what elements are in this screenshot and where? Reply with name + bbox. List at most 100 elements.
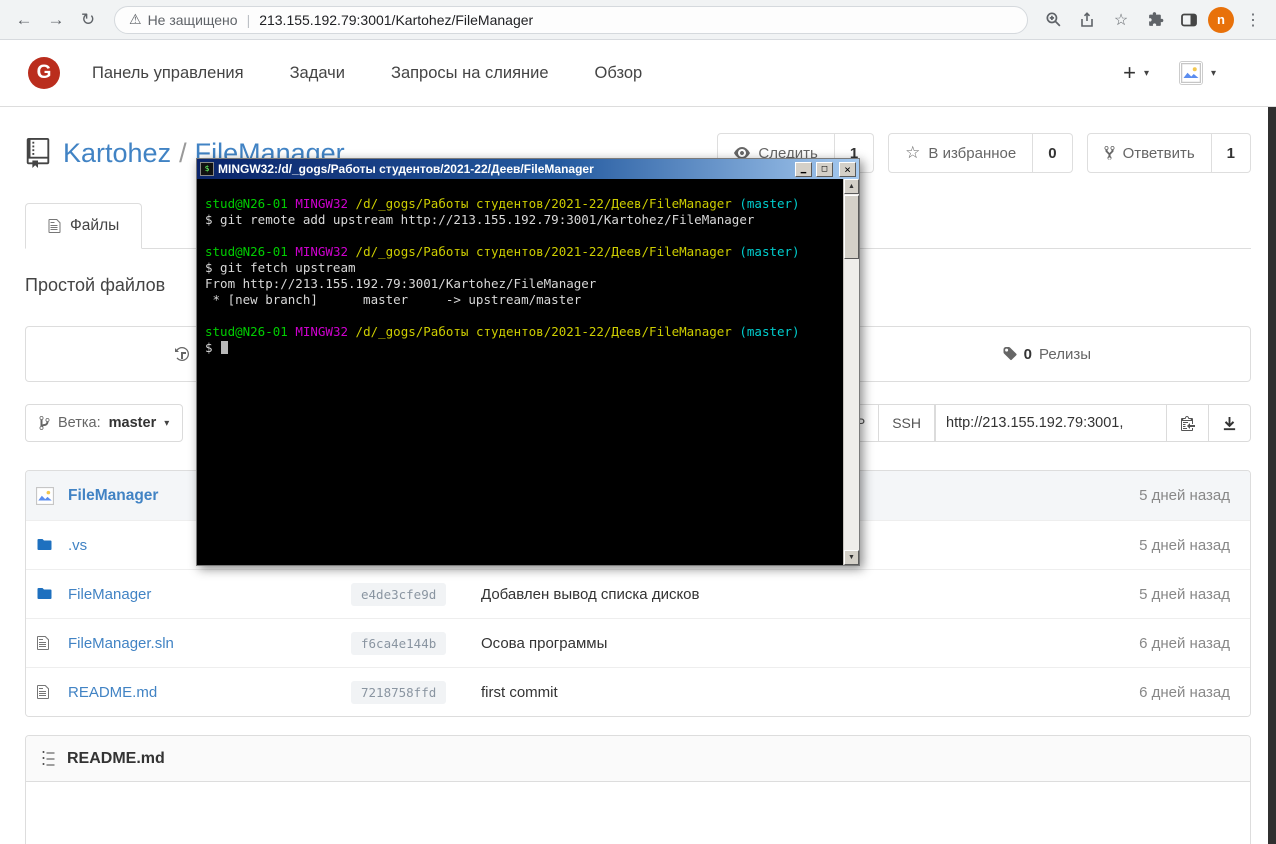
zoom-icon[interactable] bbox=[1038, 5, 1068, 35]
commit-hash[interactable]: e4de3cfe9d bbox=[351, 582, 447, 606]
new-repo-plus-icon[interactable]: + bbox=[1123, 60, 1136, 86]
clone-url-input[interactable] bbox=[935, 404, 1167, 442]
star-label: В избранное bbox=[928, 144, 1017, 162]
copy-button[interactable] bbox=[1167, 404, 1209, 442]
scroll-down-icon[interactable]: ▼ bbox=[844, 550, 859, 565]
clone-group: HTTP SSH bbox=[814, 404, 1251, 442]
profile-avatar[interactable]: n bbox=[1208, 6, 1234, 33]
back-icon[interactable]: ← bbox=[8, 4, 40, 36]
fork-icon bbox=[1104, 146, 1115, 160]
file-icon bbox=[36, 635, 68, 651]
close-button[interactable]: × bbox=[839, 161, 856, 177]
repo-owner-link[interactable]: Kartohez bbox=[63, 138, 171, 168]
folder-icon bbox=[36, 537, 68, 553]
nav-explore[interactable]: Обзор bbox=[595, 64, 643, 83]
ssh-button[interactable]: SSH bbox=[879, 404, 935, 442]
table-row: FileManager.sln f6ca4e144b Осова програм… bbox=[26, 618, 1250, 667]
terminal-window: $ MINGW32:/d/_gogs/Работы студентов/2021… bbox=[196, 158, 860, 566]
download-icon bbox=[1223, 416, 1236, 430]
terminal-titlebar[interactable]: $ MINGW32:/d/_gogs/Работы студентов/2021… bbox=[197, 159, 859, 179]
gogs-logo[interactable]: G bbox=[28, 57, 60, 89]
commit-message[interactable]: first commit bbox=[481, 684, 1139, 701]
chevron-down-icon: ▾ bbox=[164, 417, 170, 429]
table-row: FileManager e4de3cfe9d Добавлен вывод сп… bbox=[26, 569, 1250, 618]
kebab-menu-icon[interactable]: ⋮ bbox=[1238, 5, 1268, 35]
scrollbar-thumb[interactable] bbox=[844, 195, 859, 259]
terminal-command: $ git remote add upstream http://213.155… bbox=[205, 212, 755, 227]
terminal-cursor bbox=[221, 341, 229, 354]
terminal-output: From http://213.155.192.79:3001/Kartohez… bbox=[205, 276, 597, 291]
repo-book-icon bbox=[25, 138, 51, 168]
extensions-puzzle-icon[interactable] bbox=[1140, 5, 1170, 35]
terminal-prompt-line: stud@N26-01 MINGW32 /d/_gogs/Работы студ… bbox=[205, 196, 800, 211]
releases-count: 0 bbox=[1023, 345, 1032, 363]
terminal-output: * [new branch] master -> upstream/master bbox=[205, 292, 582, 307]
url-separator: | bbox=[246, 11, 251, 28]
fork-count[interactable]: 1 bbox=[1211, 133, 1251, 173]
folder-icon bbox=[36, 586, 68, 602]
terminal-app-icon: $ bbox=[200, 162, 214, 176]
stat-releases[interactable]: 0 Релизы bbox=[843, 327, 1250, 381]
commit-message[interactable]: Добавлен вывод списка дисков bbox=[481, 586, 1139, 603]
star-button[interactable]: ☆ В избранное bbox=[888, 133, 1034, 173]
history-icon bbox=[175, 347, 190, 361]
branch-label: Ветка: bbox=[58, 415, 101, 431]
address-bar[interactable]: ⚠ Не защищено | 213.155.192.79:3001/Kart… bbox=[114, 5, 1028, 34]
minimize-button[interactable]: ▁ bbox=[795, 161, 812, 177]
screen: ← → ↻ ⚠ Не защищено | 213.155.192.79:300… bbox=[0, 0, 1276, 844]
terminal-scrollbar[interactable]: ▲ ▼ bbox=[843, 179, 859, 565]
scroll-up-icon[interactable]: ▲ bbox=[844, 179, 859, 194]
download-button[interactable] bbox=[1209, 404, 1251, 442]
side-panel-icon[interactable] bbox=[1174, 5, 1204, 35]
nav-issues[interactable]: Задачи bbox=[290, 64, 345, 83]
file-link[interactable]: FileManager.sln bbox=[68, 635, 351, 652]
chevron-down-icon: ▾ bbox=[1143, 67, 1149, 79]
nav-pull-requests[interactable]: Запросы на слияние bbox=[391, 64, 549, 83]
branch-name: master bbox=[108, 415, 157, 431]
tab-files[interactable]: Файлы bbox=[25, 203, 143, 249]
nav-dashboard[interactable]: Панель управления bbox=[92, 64, 244, 83]
file-icon bbox=[36, 684, 68, 700]
list-icon bbox=[42, 750, 55, 765]
refresh-icon[interactable]: ↻ bbox=[72, 4, 104, 36]
tab-files-label: Файлы bbox=[70, 217, 120, 234]
forward-icon[interactable]: → bbox=[40, 4, 72, 36]
star-count[interactable]: 0 bbox=[1033, 133, 1073, 173]
maximize-button[interactable]: □ bbox=[816, 161, 833, 177]
terminal-console[interactable]: stud@N26-01 MINGW32 /d/_gogs/Работы студ… bbox=[197, 179, 843, 565]
file-link[interactable]: FileManager bbox=[68, 586, 351, 603]
browser-toolbar: ← → ↻ ⚠ Не защищено | 213.155.192.79:300… bbox=[0, 0, 1276, 40]
commit-date: 6 дней назад bbox=[1139, 683, 1230, 701]
commit-hash[interactable]: 7218758ffd bbox=[351, 680, 447, 704]
page-right-edge bbox=[1268, 107, 1276, 844]
fork-group: Ответвить 1 bbox=[1086, 133, 1251, 173]
share-icon[interactable] bbox=[1072, 5, 1102, 35]
commit-hash[interactable]: f6ca4e144b bbox=[351, 631, 447, 655]
title-separator: / bbox=[179, 137, 187, 168]
security-label: Не защищено bbox=[147, 11, 238, 28]
terminal-prompt-line: stud@N26-01 MINGW32 /d/_gogs/Работы студ… bbox=[205, 244, 800, 259]
branch-icon bbox=[39, 416, 50, 430]
terminal-command: $ git fetch upstream bbox=[205, 260, 356, 275]
commit-message[interactable]: Осова программы bbox=[481, 635, 1139, 652]
readme-title: README.md bbox=[67, 749, 165, 767]
committer-avatar[interactable] bbox=[36, 486, 68, 505]
readme-panel: README.md bbox=[25, 735, 1251, 844]
commit-date: 6 дней назад bbox=[1139, 634, 1230, 652]
fork-button[interactable]: Ответвить bbox=[1086, 133, 1212, 173]
file-link[interactable]: README.md bbox=[68, 684, 351, 701]
file-icon bbox=[48, 219, 61, 233]
branch-selector[interactable]: Ветка: master ▾ bbox=[25, 404, 184, 442]
terminal-prompt-line: stud@N26-01 MINGW32 /d/_gogs/Работы студ… bbox=[205, 324, 800, 339]
readme-body bbox=[26, 782, 1250, 844]
bookmark-star-icon[interactable]: ☆ bbox=[1106, 5, 1136, 35]
readme-header: README.md bbox=[26, 736, 1250, 782]
browser-actions: ☆ n ⋮ bbox=[1038, 5, 1268, 35]
user-avatar[interactable] bbox=[1178, 61, 1203, 85]
star-group: ☆ В избранное 0 bbox=[888, 133, 1073, 173]
not-secure-warning-icon: ⚠ bbox=[129, 11, 142, 27]
commit-date: 5 дней назад bbox=[1139, 536, 1230, 554]
terminal-body: stud@N26-01 MINGW32 /d/_gogs/Работы студ… bbox=[197, 179, 859, 565]
